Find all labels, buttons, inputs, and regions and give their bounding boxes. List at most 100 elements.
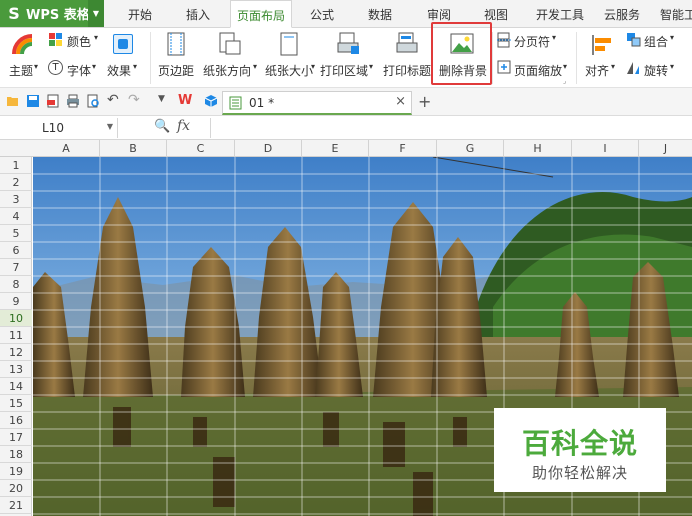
baike-watermark: 百科全说 助你轻松解决 <box>494 408 666 492</box>
column-header-e[interactable]: E <box>302 140 369 157</box>
ribbon-separator <box>150 32 151 84</box>
name-box[interactable]: L10 ▼ <box>0 118 118 138</box>
theme-icon[interactable] <box>12 34 36 56</box>
row-header-3[interactable]: 3 <box>0 191 32 208</box>
tab-data[interactable]: 数据 <box>368 0 392 27</box>
effect-dropdown-icon[interactable]: ▾ <box>133 62 137 71</box>
tab-cloud[interactable]: 云服务 <box>604 0 640 27</box>
column-headers: A B C D E F G H I J <box>0 140 692 157</box>
row-header-15[interactable]: 15 <box>0 395 32 412</box>
row-header-8[interactable]: 8 <box>0 276 32 293</box>
column-header-c[interactable]: C <box>167 140 235 157</box>
align-dropdown-icon[interactable]: ▾ <box>611 62 615 71</box>
formula-input[interactable] <box>210 118 692 138</box>
align-icon <box>592 35 611 55</box>
cell-reference: L10 <box>42 121 64 135</box>
tab-home[interactable]: 开始 <box>128 0 152 27</box>
app-dropdown-icon[interactable]: ▼ <box>88 0 104 27</box>
rotate-button[interactable]: 旋转 <box>644 62 668 79</box>
row-header-11[interactable]: 11 <box>0 327 32 344</box>
row-header-18[interactable]: 18 <box>0 446 32 463</box>
page-break-dropdown-icon[interactable]: ▾ <box>552 33 556 42</box>
save-icon[interactable] <box>26 94 40 108</box>
undo-icon[interactable]: ↶ <box>107 92 121 108</box>
close-tab-icon[interactable]: × <box>395 94 406 109</box>
page-setup-launcher-icon[interactable]: ⌟ <box>563 77 566 85</box>
column-header-i[interactable]: I <box>572 140 639 157</box>
group-button[interactable]: 组合 <box>644 33 668 50</box>
watermark-title: 百科全说 <box>521 427 638 460</box>
paper-size-dropdown-icon[interactable]: ▾ <box>311 62 315 71</box>
paper-size-button[interactable]: 纸张大小 <box>265 62 313 79</box>
group-dropdown-icon[interactable]: ▾ <box>670 33 674 42</box>
spreadsheet-file-icon <box>229 96 242 110</box>
tab-smart-tools[interactable]: 智能工 <box>660 0 692 27</box>
document-tab-label: 01 * <box>249 96 275 110</box>
cube-icon[interactable] <box>204 94 218 108</box>
page-zoom-dropdown-icon[interactable]: ▾ <box>563 62 567 71</box>
row-header-2[interactable]: 2 <box>0 174 32 191</box>
column-header-g[interactable]: G <box>437 140 504 157</box>
row-header-1[interactable]: 1 <box>0 157 32 174</box>
rotate-dropdown-icon[interactable]: ▾ <box>670 62 674 71</box>
row-header-12[interactable]: 12 <box>0 344 32 361</box>
align-button[interactable]: 对齐 <box>585 62 609 79</box>
theme-dropdown-icon[interactable]: ▾ <box>34 62 38 71</box>
column-header-f[interactable]: F <box>369 140 437 157</box>
print-area-dropdown-icon[interactable]: ▾ <box>369 62 373 71</box>
row-header-13[interactable]: 13 <box>0 361 32 378</box>
column-header-j[interactable]: J <box>639 140 692 157</box>
app-menu-button[interactable]: S WPS 表格 ▼ <box>0 0 104 27</box>
margins-button[interactable]: 页边距 <box>158 62 194 79</box>
row-header-17[interactable]: 17 <box>0 429 32 446</box>
theme-button[interactable]: 主题 <box>9 62 33 79</box>
document-tab[interactable]: 01 * × <box>222 91 412 115</box>
font-dropdown-icon[interactable]: ▾ <box>92 62 96 71</box>
insert-function-icon[interactable]: fx <box>177 118 190 134</box>
row-header-21[interactable]: 21 <box>0 497 32 514</box>
customize-toolbar-icon[interactable]: ▼ <box>158 94 172 108</box>
tab-insert[interactable]: 插入 <box>186 0 210 27</box>
column-header-b[interactable]: B <box>100 140 167 157</box>
row-header-5[interactable]: 5 <box>0 225 32 242</box>
name-box-dropdown-icon[interactable]: ▼ <box>107 122 113 131</box>
font-button[interactable]: 字体 <box>67 62 91 79</box>
tab-developer[interactable]: 开发工具 <box>536 0 584 27</box>
ribbon-separator <box>492 32 493 84</box>
row-header-20[interactable]: 20 <box>0 480 32 497</box>
open-folder-icon[interactable] <box>6 94 20 108</box>
print-area-button[interactable]: 打印区域 <box>320 62 368 79</box>
row-header-16[interactable]: 16 <box>0 412 32 429</box>
row-header-9[interactable]: 9 <box>0 293 32 310</box>
new-tab-icon[interactable]: + <box>418 92 431 111</box>
column-header-a[interactable]: A <box>33 140 100 157</box>
ribbon: 主题 ▾ 颜色 ▾ T 字体 ▾ 效果 ▾ 页边距 纸张方向 ▾ 纸张大小 ▾ <box>0 28 692 88</box>
page-zoom-button[interactable]: 页面缩放 <box>514 62 562 79</box>
wps-w-icon[interactable]: W <box>178 93 192 108</box>
column-header-h[interactable]: H <box>504 140 572 157</box>
group-icon <box>627 33 641 47</box>
orientation-dropdown-icon[interactable]: ▾ <box>253 62 257 71</box>
print-preview-icon[interactable] <box>86 94 100 108</box>
print-icon[interactable] <box>66 94 80 108</box>
row-header-14[interactable]: 14 <box>0 378 32 395</box>
color-button[interactable]: 颜色 <box>67 33 91 50</box>
effect-button[interactable]: 效果 <box>107 62 131 79</box>
column-header-d[interactable]: D <box>235 140 302 157</box>
print-titles-button[interactable]: 打印标题 <box>383 62 431 79</box>
orientation-button[interactable]: 纸张方向 <box>203 62 251 79</box>
tab-page-layout[interactable]: 页面布局 <box>230 0 293 28</box>
zoom-formula-icon[interactable]: 🔍 <box>154 119 170 134</box>
tab-formulas[interactable]: 公式 <box>310 0 334 27</box>
paper-size-icon <box>280 32 298 56</box>
row-header-10[interactable]: 10 <box>0 310 32 327</box>
page-break-button[interactable]: 分页符 <box>514 33 550 50</box>
color-dropdown-icon[interactable]: ▾ <box>94 33 98 42</box>
delete-background-highlight <box>431 22 492 85</box>
row-header-4[interactable]: 4 <box>0 208 32 225</box>
row-header-7[interactable]: 7 <box>0 259 32 276</box>
row-header-6[interactable]: 6 <box>0 242 32 259</box>
redo-icon[interactable]: ↷ <box>128 92 142 108</box>
export-pdf-icon[interactable] <box>46 94 60 108</box>
row-header-19[interactable]: 19 <box>0 463 32 480</box>
